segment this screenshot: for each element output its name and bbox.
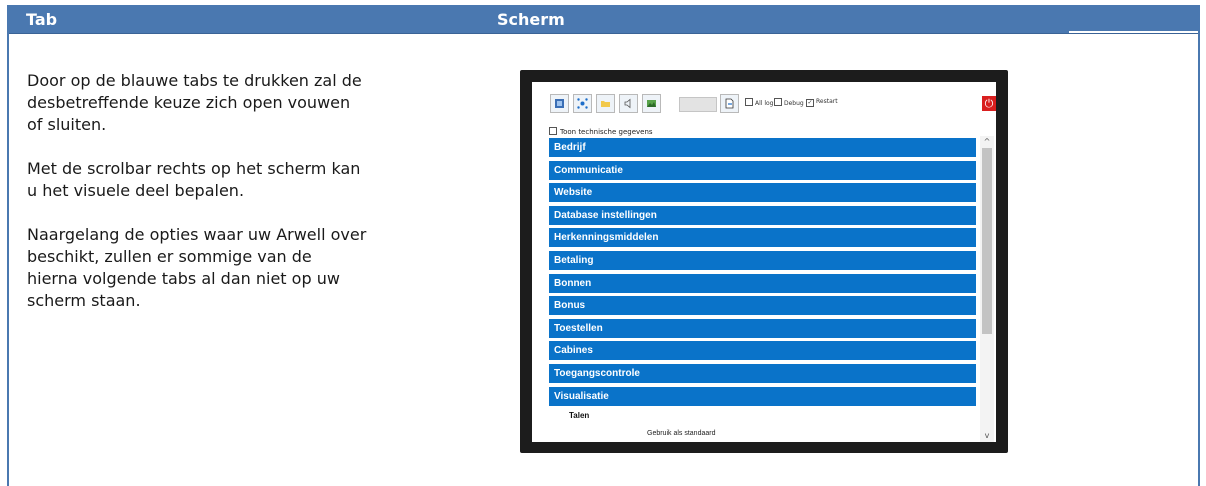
- folder-icon: [601, 101, 610, 107]
- tab-toestellen[interactable]: Toestellen: [549, 318, 976, 338]
- table-header: Tab Scherm: [9, 5, 1198, 34]
- tab-betaling[interactable]: Betaling: [549, 250, 976, 270]
- tab-bedrijf[interactable]: Bedrijf: [549, 138, 976, 157]
- tab-communicatie[interactable]: Communicatie: [549, 160, 976, 180]
- toolbar: All log Debug ✓ Restart: [550, 94, 996, 116]
- power-button[interactable]: ⏻: [982, 96, 996, 111]
- header-divider: [1069, 31, 1198, 33]
- all-log-label: All log: [755, 100, 774, 107]
- database-button[interactable]: [550, 94, 569, 113]
- speaker-icon: [624, 98, 631, 109]
- restart-checkbox[interactable]: ✓ Restart: [806, 98, 838, 107]
- network-icon: [577, 98, 588, 109]
- all-log-checkbox[interactable]: All log: [745, 98, 774, 107]
- sound-button[interactable]: [619, 94, 638, 113]
- document-button[interactable]: [720, 94, 739, 113]
- description-paragraph: Naargelang de opties waar uw Arwell over…: [27, 225, 367, 310]
- scrollbar-thumb[interactable]: [982, 148, 992, 334]
- header-screen: Scherm: [497, 10, 565, 29]
- default-option-label: Gebruik als standaard: [647, 430, 716, 437]
- description-paragraph: Door op de blauwe tabs te drukken zal de…: [27, 71, 362, 134]
- description-paragraph: Met de scrolbar rechts op het scherm kan…: [27, 159, 361, 200]
- network-button[interactable]: [573, 94, 592, 113]
- tab-bonus[interactable]: Bonus: [549, 296, 976, 316]
- folder-button[interactable]: [596, 94, 615, 113]
- tab-bonnen[interactable]: Bonnen: [549, 273, 976, 293]
- database-icon: [555, 99, 564, 108]
- debug-label: Debug: [784, 100, 804, 107]
- debug-checkbox[interactable]: Debug: [774, 98, 804, 107]
- settings-window: All log Debug ✓ Restart ⏻ Toon technische…: [532, 82, 996, 442]
- tech-details-label: Toon technische gegevens: [560, 128, 653, 136]
- tab-database-instellingen[interactable]: Database instellingen: [549, 205, 976, 225]
- tab-cabines[interactable]: Cabines: [549, 341, 976, 361]
- vertical-scrollbar[interactable]: ^ v: [980, 136, 994, 442]
- screenshot-frame: All log Debug ✓ Restart ⏻ Toon technische…: [520, 70, 1008, 453]
- toolbar-field[interactable]: [679, 97, 717, 112]
- tech-details-checkbox[interactable]: Toon technische gegevens: [549, 127, 653, 136]
- chevron-down-icon[interactable]: v: [980, 430, 994, 442]
- tab-toegangscontrole[interactable]: Toegangscontrole: [549, 363, 976, 383]
- tab-list: Bedrijf Communicatie Website Database in…: [549, 138, 976, 409]
- languages-label: Talen: [569, 411, 590, 420]
- restart-label: Restart: [816, 98, 838, 105]
- header-tab: Tab: [26, 10, 58, 29]
- chevron-up-icon[interactable]: ^: [980, 136, 994, 148]
- image-icon: [647, 100, 656, 107]
- tab-visualisatie[interactable]: Visualisatie: [549, 386, 976, 406]
- tab-website[interactable]: Website: [549, 183, 976, 203]
- image-button[interactable]: [642, 94, 661, 113]
- tab-herkenningsmiddelen[interactable]: Herkenningsmiddelen: [549, 228, 976, 248]
- power-icon: ⏻: [984, 97, 994, 110]
- description-text: Door op de blauwe tabs te drukken zal de…: [27, 70, 367, 334]
- document-icon: [725, 98, 734, 109]
